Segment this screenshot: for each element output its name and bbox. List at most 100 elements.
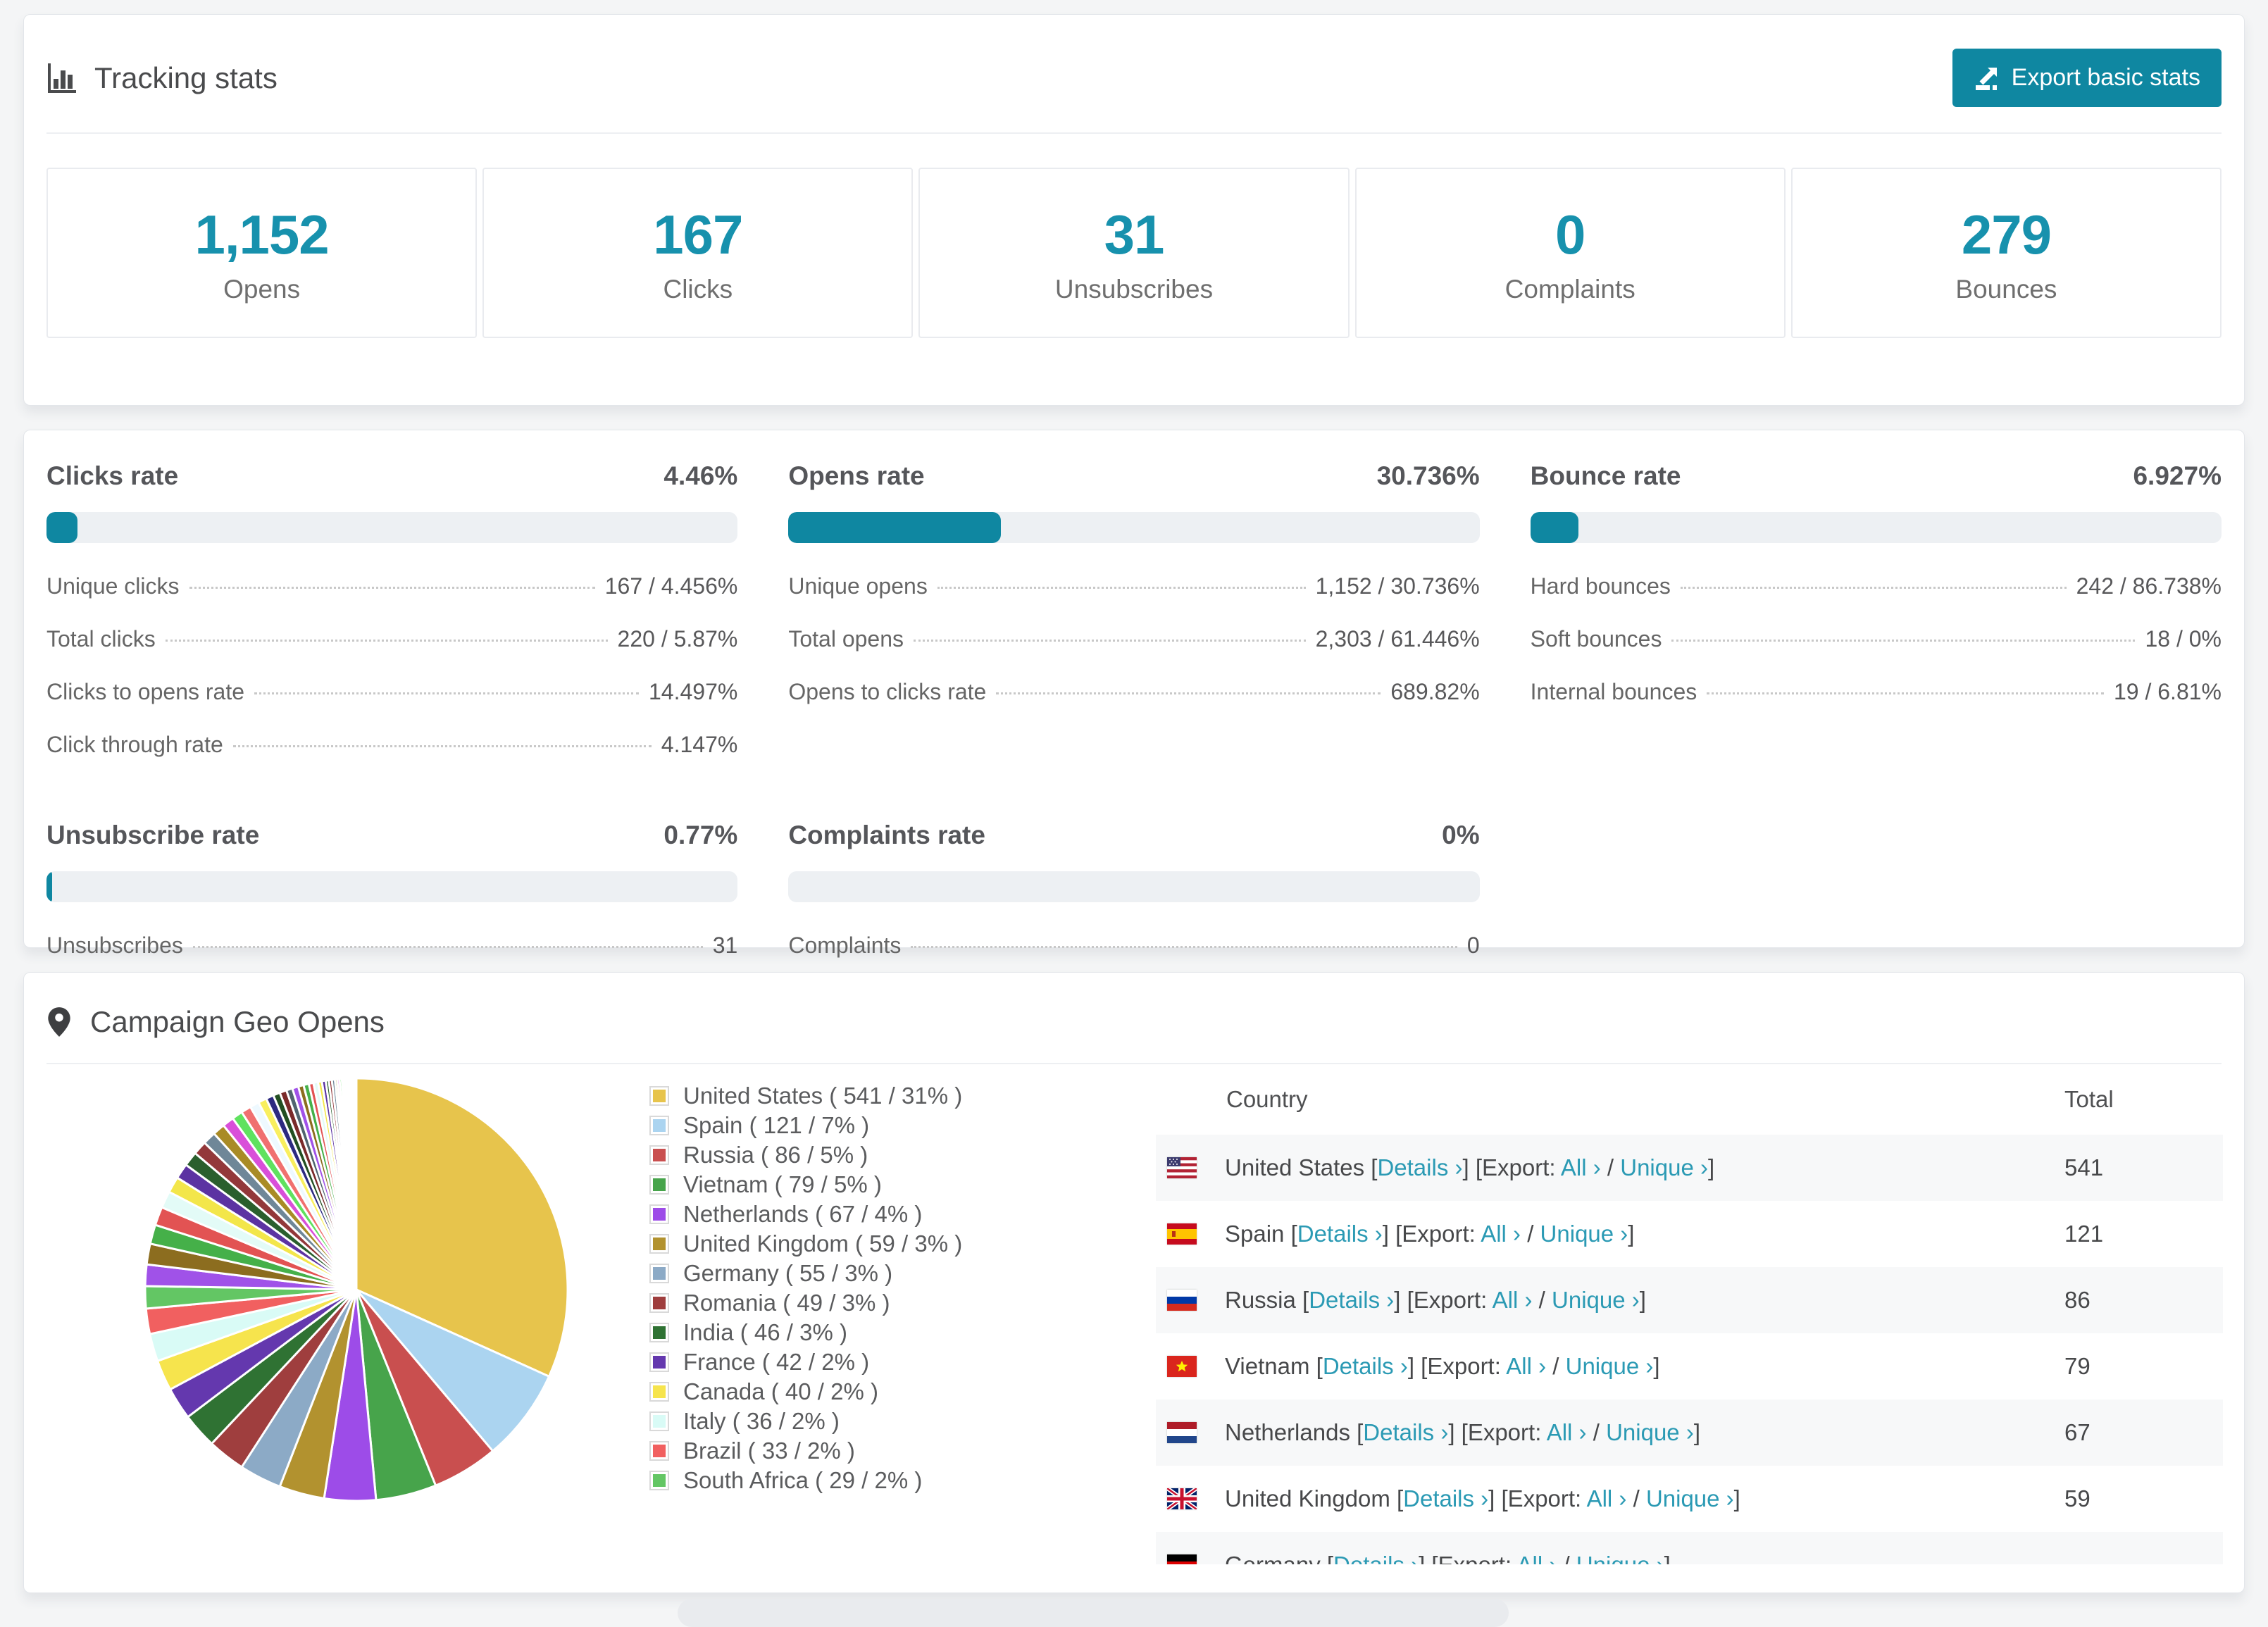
legend-label: Germany ( 55 / 3% ) [683, 1260, 893, 1286]
legend-item: Vietnam ( 79 / 5% ) [649, 1170, 962, 1199]
dotted-leader [254, 692, 639, 694]
rate-row-label: Click through rate [46, 732, 223, 757]
legend-item: Romania ( 49 / 3% ) [649, 1288, 962, 1318]
details-link[interactable]: Details › [1309, 1287, 1394, 1313]
rate-title: Complaints rate [788, 821, 985, 849]
tracking-stats-card: Tracking stats Export basic stats 1,152 … [23, 14, 2245, 406]
rate-row-value: 18 / 0% [2145, 626, 2222, 652]
details-link[interactable]: Details › [1403, 1485, 1488, 1511]
flag-nl-icon [1167, 1422, 1197, 1443]
rate-section: Bounce rate 6.927% Hard bounces 242 / 86… [1530, 449, 2222, 771]
rate-row-label: Total opens [788, 626, 904, 652]
rate-row-label: Total clicks [46, 626, 156, 652]
rate-row-label: Clicks to opens rate [46, 679, 245, 704]
details-link[interactable]: Details › [1333, 1552, 1419, 1564]
export-all-link[interactable]: All › [1587, 1485, 1627, 1511]
details-link[interactable]: Details › [1377, 1154, 1462, 1180]
stat-label: Bounces [1955, 275, 2057, 304]
export-all-link[interactable]: All › [1493, 1287, 1533, 1313]
legend-item: Brazil ( 33 / 2% ) [649, 1436, 962, 1466]
table-row: Russia [Details ›] [Export: All › / Uniq… [1156, 1267, 2223, 1333]
details-link[interactable]: Details › [1297, 1221, 1383, 1247]
rate-value: 0% [1442, 821, 1480, 849]
stat-label: Opens [223, 275, 301, 304]
rate-row-value: 31 [712, 933, 738, 958]
export-unique-link[interactable]: Unique › [1646, 1485, 1734, 1511]
rate-row: Unique opens 1,152 / 30.736% [788, 560, 1479, 613]
export-unique-link[interactable]: Unique › [1552, 1287, 1640, 1313]
rate-row-label: Unique clicks [46, 573, 180, 599]
progress-bar-fill [788, 512, 1001, 543]
rate-row: Soft bounces 18 / 0% [1531, 613, 2222, 666]
export-unique-link[interactable]: Unique › [1620, 1154, 1708, 1180]
legend-item: France ( 42 / 2% ) [649, 1347, 962, 1377]
legend-label: Vietnam ( 79 / 5% ) [683, 1171, 882, 1197]
stat-box-opens: 1,152 Opens [46, 168, 478, 338]
country-cell: United Kingdom [Details ›] [Export: All … [1225, 1485, 1740, 1511]
export-unique-link[interactable]: Unique › [1540, 1221, 1628, 1247]
stat-label: Clicks [663, 275, 733, 304]
legend-item: United Kingdom ( 59 / 3% ) [649, 1229, 962, 1259]
dotted-leader [1680, 587, 2067, 589]
details-link[interactable]: Details › [1363, 1419, 1448, 1445]
rate-section: Clicks rate 4.46% Unique clicks 167 / 4.… [46, 449, 738, 771]
flag-us-icon [1167, 1157, 1197, 1178]
export-all-link[interactable]: All › [1516, 1552, 1557, 1564]
stat-box-bounces: 279 Bounces [1790, 168, 2222, 338]
campaign-geo-opens-card: Campaign Geo Opens United States ( 541 /… [23, 972, 2245, 1593]
export-all-link[interactable]: All › [1506, 1353, 1546, 1379]
export-all-link[interactable]: All › [1547, 1419, 1587, 1445]
dotted-leader [1671, 640, 2136, 642]
rate-row-label: Unique opens [788, 573, 928, 599]
export-unique-link[interactable]: Unique › [1576, 1552, 1664, 1564]
progress-bar [788, 512, 1480, 543]
pie-legend: United States ( 541 / 31% ) Spain ( 121 … [649, 1081, 962, 1495]
legend-item: Netherlands ( 67 / 4% ) [649, 1199, 962, 1229]
legend-swatch [649, 1175, 669, 1195]
rate-row-value: 2,303 / 61.446% [1315, 626, 1480, 652]
table-row: United States [Details ›] [Export: All ›… [1156, 1135, 2223, 1201]
geo-section-title: Campaign Geo Opens [90, 1005, 385, 1038]
legend-swatch [649, 1411, 669, 1431]
details-link[interactable]: Details › [1323, 1353, 1408, 1379]
rate-row: Total opens 2,303 / 61.446% [788, 613, 1479, 666]
legend-label: Russia ( 86 / 5% ) [683, 1142, 868, 1168]
rate-row-label: Unsubscribes [46, 933, 183, 958]
progress-bar [1530, 512, 2222, 543]
legend-swatch [649, 1382, 669, 1402]
stat-value: 1,152 [194, 204, 330, 266]
export-all-link[interactable]: All › [1481, 1221, 1521, 1247]
rate-row-label: Hard bounces [1530, 573, 1671, 599]
export-icon [1974, 66, 1999, 91]
total-cell: 541 [2064, 1154, 2104, 1180]
country-cell: Russia [Details ›] [Export: All › / Uniq… [1225, 1287, 1646, 1313]
dotted-leader [914, 640, 1306, 642]
bottom-scroll-strip [678, 1599, 1509, 1627]
legend-swatch [649, 1086, 669, 1106]
legend-swatch [649, 1323, 669, 1342]
rate-row: Unique clicks 167 / 4.456% [46, 560, 737, 613]
flag-de-icon [1167, 1554, 1197, 1564]
export-all-link[interactable]: All › [1561, 1154, 1601, 1180]
stat-label: Complaints [1504, 275, 1635, 304]
flag-ru-icon [1167, 1290, 1197, 1311]
rate-row-value: 0 [1466, 933, 1480, 958]
rate-row-value: 4.147% [661, 732, 738, 757]
page-title: Tracking stats [94, 61, 278, 94]
export-unique-link[interactable]: Unique › [1606, 1419, 1694, 1445]
country-cell: Germany [Details ›] [Export: All › / Uni… [1225, 1552, 2064, 1564]
legend-item: South Africa ( 29 / 2% ) [649, 1466, 962, 1495]
export-unique-link[interactable]: Unique › [1566, 1353, 1654, 1379]
stat-label: Unsubscribes [1054, 275, 1214, 304]
total-cell: 86 [2064, 1287, 2091, 1313]
total-cell: 67 [2064, 1419, 2091, 1445]
dotted-leader [192, 946, 703, 948]
stat-value: 31 [1104, 204, 1165, 266]
rate-row: Opens to clicks rate 689.82% [788, 666, 1479, 718]
rate-section: Unsubscribe rate 0.77% Unsubscribes 31 [46, 808, 738, 972]
rate-row-value: 1,152 / 30.736% [1315, 573, 1480, 599]
table-row: Spain [Details ›] [Export: All › / Uniqu… [1156, 1201, 2223, 1267]
export-basic-stats-button[interactable]: Export basic stats [1952, 49, 2222, 107]
geo-pie-chart [138, 1071, 575, 1508]
table-row: Germany [Details ›] [Export: All › / Uni… [1156, 1532, 2223, 1564]
